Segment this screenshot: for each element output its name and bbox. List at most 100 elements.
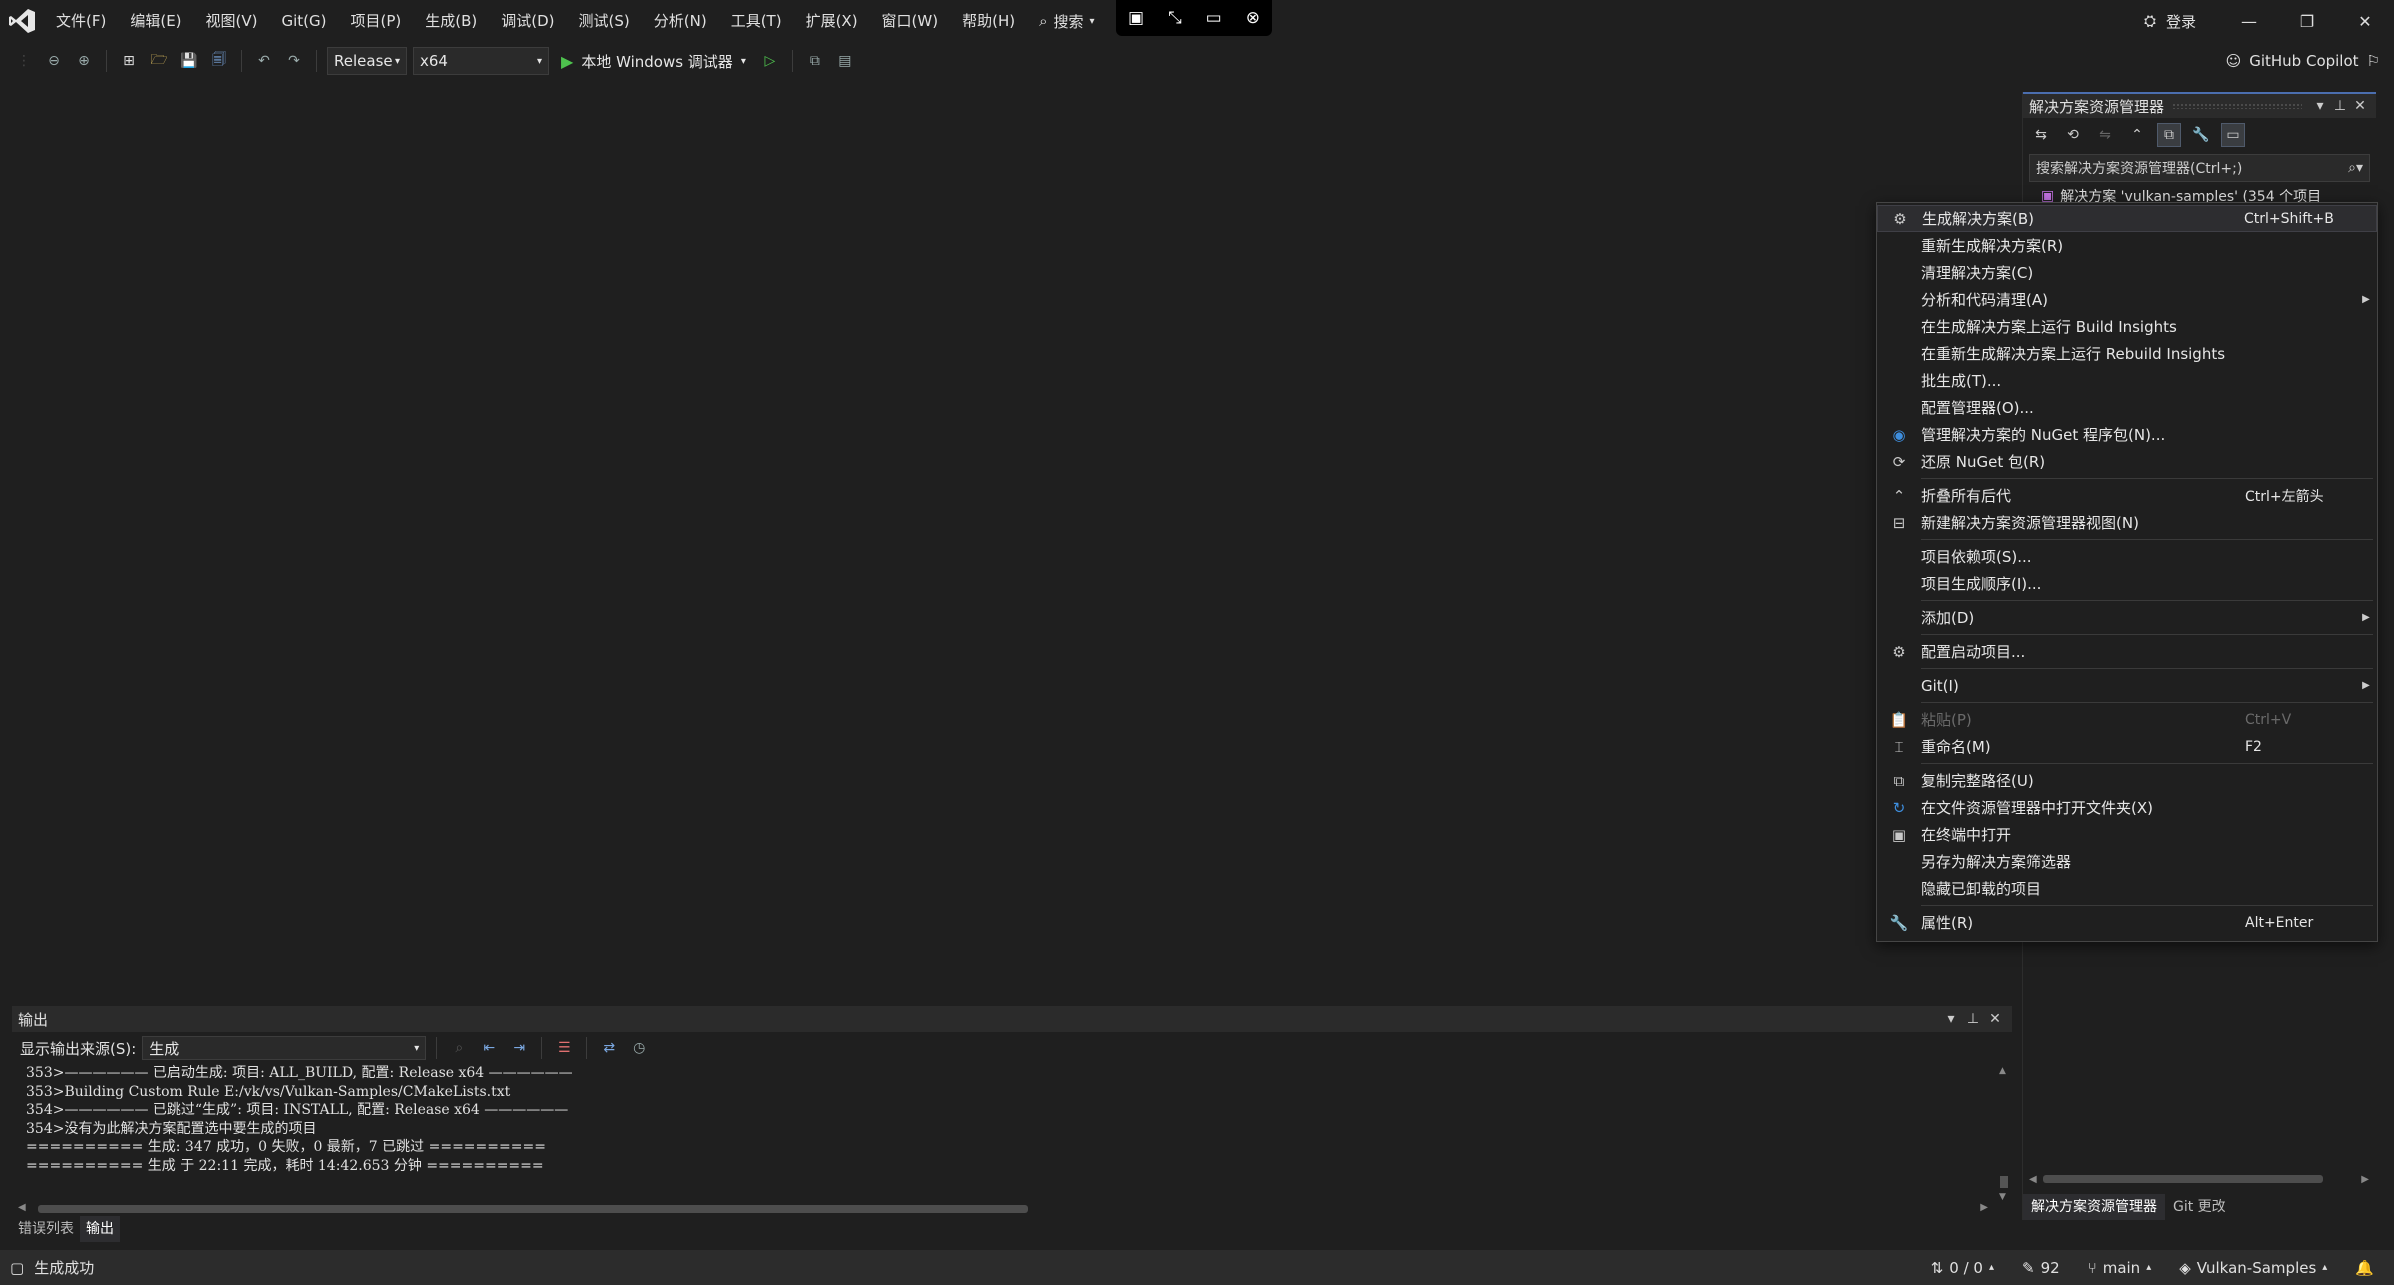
notification-status-icon[interactable]: ▢	[10, 1259, 24, 1277]
open-folder-icon[interactable]: 🗁	[147, 49, 171, 73]
scroll-left-icon[interactable]: ◀	[2029, 1174, 2037, 1185]
clock-icon[interactable]: ◷	[627, 1036, 651, 1060]
context-menu-item[interactable]: ⚙ 生成解决方案(B) Ctrl+Shift+B	[1877, 205, 2377, 232]
collapse-all-icon[interactable]: ⌃	[2125, 123, 2149, 147]
output-horizontal-scrollbar[interactable]: ◀ ▶	[18, 1202, 1988, 1216]
clear-all-icon[interactable]: ☰	[552, 1036, 576, 1060]
context-menu-item[interactable]: 配置管理器(O)...	[1877, 394, 2377, 421]
minimize-button[interactable]: —	[2220, 0, 2278, 42]
scroll-left-icon[interactable]: ◀	[18, 1202, 26, 1213]
context-menu-item[interactable]: ⚙ 配置启动项目...	[1877, 638, 2377, 665]
scroll-thumb[interactable]	[38, 1205, 1028, 1213]
configuration-dropdown[interactable]: Release ▾	[327, 47, 407, 75]
context-menu-item[interactable]: 清理解决方案(C)	[1877, 259, 2377, 286]
find-message-icon[interactable]: ⌕	[447, 1036, 471, 1060]
new-project-icon[interactable]: ⊞	[117, 49, 141, 73]
line-changes-status[interactable]: ⇅ 0 / 0 ▴	[1931, 1259, 1994, 1277]
context-menu-item[interactable]: 项目依赖项(S)...	[1877, 543, 2377, 570]
output-vertical-scrollbar[interactable]: ▲ ▼	[1996, 1066, 2012, 1206]
visual-studio-logo-icon[interactable]	[0, 0, 44, 42]
menu-item[interactable]: 工具(T)	[719, 0, 794, 42]
menu-item[interactable]: 分析(N)	[642, 0, 719, 42]
menu-item[interactable]: 项目(P)	[339, 0, 414, 42]
scroll-up-icon[interactable]: ▲	[1999, 1066, 2006, 1076]
context-menu-item[interactable]: 另存为解决方案筛选器	[1877, 848, 2377, 875]
platform-dropdown[interactable]: x64 ▾	[413, 47, 549, 75]
next-message-icon[interactable]: ⇥	[507, 1036, 531, 1060]
properties-icon[interactable]: 🔧	[2189, 123, 2213, 147]
context-menu-item[interactable]: ⟳ 还原 NuGet 包(R)	[1877, 448, 2377, 475]
context-menu-item[interactable]: ⊟ 新建解决方案资源管理器视图(N)	[1877, 509, 2377, 536]
solution-tab[interactable]: Git 更改	[2165, 1194, 2234, 1220]
menu-item[interactable]: 帮助(H)	[950, 0, 1027, 42]
menu-item[interactable]: 编辑(E)	[118, 0, 193, 42]
bottom-tab[interactable]: 输出	[80, 1216, 120, 1242]
context-menu-item[interactable]: ⌃ 折叠所有后代 Ctrl+左箭头	[1877, 482, 2377, 509]
sync-icon[interactable]: ⇆	[2029, 123, 2053, 147]
show-all-files-icon[interactable]: ⧉	[2157, 123, 2181, 147]
close-window-button[interactable]: ✕	[2336, 0, 2394, 42]
scroll-thumb[interactable]	[2043, 1175, 2323, 1183]
solution-tab[interactable]: 解决方案资源管理器	[2023, 1194, 2165, 1220]
output-text[interactable]: 353>—————— 已启动生成: 项目: ALL_BUILD, 配置: Rel…	[12, 1064, 2012, 1175]
search-button[interactable]: ⌕ 搜索 ▾	[1027, 0, 1106, 42]
solution-search-input[interactable]: 搜索解决方案资源管理器(Ctrl+;) ⌕▾	[2029, 154, 2370, 182]
restore-button[interactable]: ❐	[2278, 0, 2336, 42]
chevron-down-icon[interactable]: ▾	[1940, 1011, 1962, 1027]
context-menu-item[interactable]: ↻ 在文件资源管理器中打开文件夹(X)	[1877, 794, 2377, 821]
redo-icon[interactable]: ↷	[282, 49, 306, 73]
github-copilot-button[interactable]: ☺ GitHub Copilot ⚐	[2226, 42, 2380, 80]
layout-icon[interactable]: ▤	[833, 49, 857, 73]
context-menu-item[interactable]: 在重新生成解决方案上运行 Rebuild Insights	[1877, 340, 2377, 367]
edits-status[interactable]: ✎ 92	[2022, 1259, 2060, 1277]
prev-message-icon[interactable]: ⇤	[477, 1036, 501, 1060]
pin-icon[interactable]: ⊥	[1962, 1011, 1984, 1027]
menu-item[interactable]: 测试(S)	[567, 0, 642, 42]
pin-icon[interactable]: ⊥	[2330, 98, 2350, 114]
menu-item[interactable]: 扩展(X)	[794, 0, 870, 42]
close-remote-icon[interactable]: ⊗	[1246, 8, 1260, 28]
start-without-debugging-icon[interactable]: ▷	[758, 49, 782, 73]
login-button[interactable]: ⛭ 登录	[2120, 11, 2220, 32]
browser-icon[interactable]: ⧉	[803, 49, 827, 73]
history-icon[interactable]: ⟲	[2061, 123, 2085, 147]
save-icon[interactable]: 💾	[177, 49, 201, 73]
chevron-down-icon[interactable]: ▾	[2310, 98, 2330, 114]
context-menu-item[interactable]: ⌶ 重命名(M) F2	[1877, 733, 2377, 760]
pending-changes-icon[interactable]: ⇋	[2093, 123, 2117, 147]
repository-status[interactable]: ◈ Vulkan-Samples ▴	[2179, 1259, 2327, 1277]
context-menu-item[interactable]: ⧉ 复制完整路径(U)	[1877, 767, 2377, 794]
context-menu-item[interactable]: 分析和代码清理(A) ▶	[1877, 286, 2377, 313]
menu-item[interactable]: 生成(B)	[413, 0, 489, 42]
scroll-down-icon[interactable]: ▼	[1999, 1192, 2006, 1202]
start-debugging-button[interactable]: ▶ 本地 Windows 调试器 ▾	[555, 51, 752, 72]
context-menu-item[interactable]: Git(I) ▶	[1877, 672, 2377, 699]
minimize-remote-icon[interactable]: ⤡	[1168, 8, 1182, 28]
undo-icon[interactable]: ↶	[252, 49, 276, 73]
branch-status[interactable]: ⑂ main ▴	[2088, 1259, 2152, 1277]
scroll-thumb[interactable]	[2000, 1176, 2008, 1188]
feedback-icon[interactable]: ⚐	[2367, 52, 2380, 70]
context-menu-item[interactable]: 重新生成解决方案(R)	[1877, 232, 2377, 259]
output-source-dropdown[interactable]: 生成 ▾	[142, 1036, 427, 1060]
menu-item[interactable]: Git(G)	[270, 0, 339, 42]
close-icon[interactable]: ✕	[1984, 1011, 2006, 1027]
close-icon[interactable]: ✕	[2350, 98, 2370, 114]
context-menu-item[interactable]: 🔧 属性(R) Alt+Enter	[1877, 909, 2377, 936]
menu-item[interactable]: 视图(V)	[194, 0, 270, 42]
back-icon[interactable]: ⊖	[42, 49, 66, 73]
scroll-right-icon[interactable]: ▶	[2361, 1174, 2369, 1185]
context-menu-item[interactable]: 项目生成顺序(I)...	[1877, 570, 2377, 597]
context-menu-item[interactable]: ▣ 在终端中打开	[1877, 821, 2377, 848]
menu-item[interactable]: 调试(D)	[489, 0, 566, 42]
context-menu-item[interactable]: 隐藏已卸载的项目	[1877, 875, 2377, 902]
context-menu-item[interactable]: ◉ 管理解决方案的 NuGet 程序包(N)...	[1877, 421, 2377, 448]
context-menu-item[interactable]: 批生成(T)...	[1877, 367, 2377, 394]
save-all-icon[interactable]: 🗐	[207, 49, 231, 73]
word-wrap-icon[interactable]: ⇄	[597, 1036, 621, 1060]
preview-icon[interactable]: ▭	[2221, 123, 2245, 147]
notifications-bell-icon[interactable]: 🔔	[2355, 1259, 2374, 1277]
scroll-right-icon[interactable]: ▶	[1980, 1202, 1988, 1213]
context-menu-item[interactable]: 添加(D) ▶	[1877, 604, 2377, 631]
monitor-icon[interactable]: ▣	[1128, 8, 1144, 28]
